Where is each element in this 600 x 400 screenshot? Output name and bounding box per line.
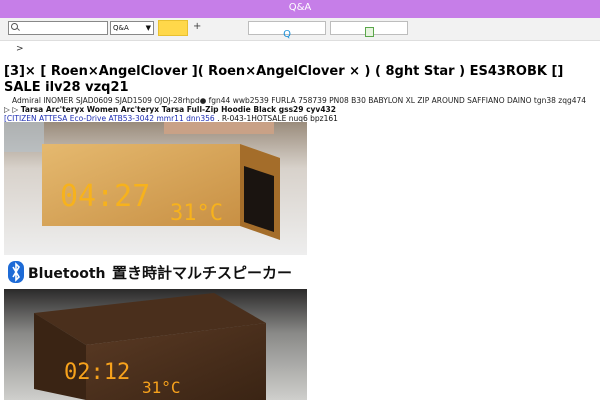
product-photo-dark-clock: 02:12 31°C bbox=[4, 289, 307, 400]
document-button[interactable] bbox=[330, 21, 408, 37]
clock2-temp-display: 31°C bbox=[142, 378, 181, 397]
toolbar: Q&A ▼ + Q bbox=[0, 18, 600, 41]
question-button[interactable]: Q bbox=[248, 21, 326, 40]
chevron-down-icon: ▼ bbox=[145, 24, 151, 32]
bluetooth-brand: Bluetooth bbox=[28, 266, 106, 282]
search-input[interactable] bbox=[8, 21, 108, 35]
product-photo-light-clock: 04:27 31°C bbox=[4, 122, 307, 255]
category-select-value: Q&A bbox=[113, 24, 129, 32]
page-title: [3]× [ Roen×AngelClover ]( Roen×AngelClo… bbox=[4, 64, 564, 95]
tarsa-label: Tarsa bbox=[20, 105, 44, 114]
arrow-icons: ▷ ▷ bbox=[4, 105, 19, 114]
keyword-line-2-text: Arc'teryx Women Arc'teryx Tarsa Full-Zip… bbox=[45, 105, 336, 114]
category-select[interactable]: Q&A ▼ bbox=[110, 21, 154, 35]
clock2-time-display: 02:12 bbox=[64, 360, 130, 385]
search-icon bbox=[11, 23, 18, 30]
q-icon: Q bbox=[283, 29, 291, 40]
plus-icon[interactable]: + bbox=[193, 21, 201, 32]
clock-time-display: 04:27 bbox=[60, 179, 150, 214]
bluetooth-banner: Bluetooth 置き時計マルチスピーカー bbox=[4, 258, 307, 286]
clock-temp-display: 31°C bbox=[170, 201, 223, 226]
breadcrumb[interactable]: > bbox=[16, 44, 24, 54]
keyword-line-1: Admiral INOMER SJAD0609 SJAD1509 OJOJ-28… bbox=[12, 96, 587, 105]
search-button[interactable] bbox=[158, 20, 188, 36]
header-title: Q&A bbox=[288, 2, 312, 13]
keyword-line-2: ▷ ▷ Tarsa Arc'teryx Women Arc'teryx Tars… bbox=[4, 105, 594, 114]
top-bar: Q&A bbox=[0, 0, 600, 18]
document-icon bbox=[364, 27, 374, 37]
banner-caption: 置き時計マルチスピーカー bbox=[112, 264, 292, 282]
